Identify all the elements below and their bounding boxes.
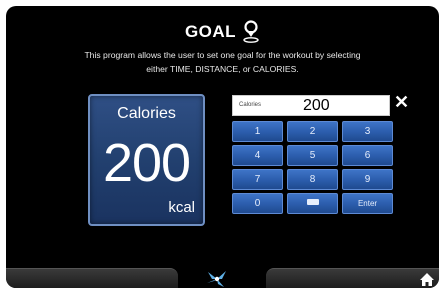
backspace-icon xyxy=(306,199,319,206)
goal-value: 200 xyxy=(102,133,191,193)
key-2[interactable]: 2 xyxy=(287,121,338,142)
description-line-2: either TIME, DISTANCE, or CALORIES. xyxy=(146,64,299,74)
bottom-bar-left-panel[interactable] xyxy=(6,268,178,288)
key-8[interactable]: 8 xyxy=(287,169,338,190)
entry-field-value: 200 xyxy=(303,97,330,114)
goal-type-label: Calories xyxy=(117,105,176,122)
key-3[interactable]: 3 xyxy=(342,121,393,142)
value-entry-field[interactable]: Calories 200 xyxy=(232,95,390,116)
clear-button[interactable]: ✕ xyxy=(394,93,409,111)
key-9[interactable]: 9 xyxy=(342,169,393,190)
home-icon[interactable] xyxy=(419,272,435,287)
goal-unit: kcal xyxy=(168,199,195,216)
key-5[interactable]: 5 xyxy=(287,145,338,166)
key-6[interactable]: 6 xyxy=(342,145,393,166)
description: This program allows the user to set one … xyxy=(26,48,419,76)
title-row: GOAL xyxy=(6,20,439,44)
goal-value-card: Calories 200 kcal xyxy=(88,94,205,226)
goal-screen: GOAL This program allows the user to set… xyxy=(6,6,439,288)
key-0[interactable]: 0 xyxy=(232,193,283,214)
fan-icon[interactable] xyxy=(204,268,230,288)
key-4[interactable]: 4 xyxy=(232,145,283,166)
key-1[interactable]: 1 xyxy=(232,121,283,142)
location-pin-icon xyxy=(243,20,259,43)
backspace-button[interactable] xyxy=(287,193,338,214)
enter-button[interactable]: Enter xyxy=(342,193,393,214)
page-title: GOAL xyxy=(184,22,237,41)
entry-field-label: Calories xyxy=(239,102,262,108)
description-line-1: This program allows the user to set one … xyxy=(84,50,361,60)
key-7[interactable]: 7 xyxy=(232,169,283,190)
bottom-bar-right-panel[interactable] xyxy=(266,268,439,288)
